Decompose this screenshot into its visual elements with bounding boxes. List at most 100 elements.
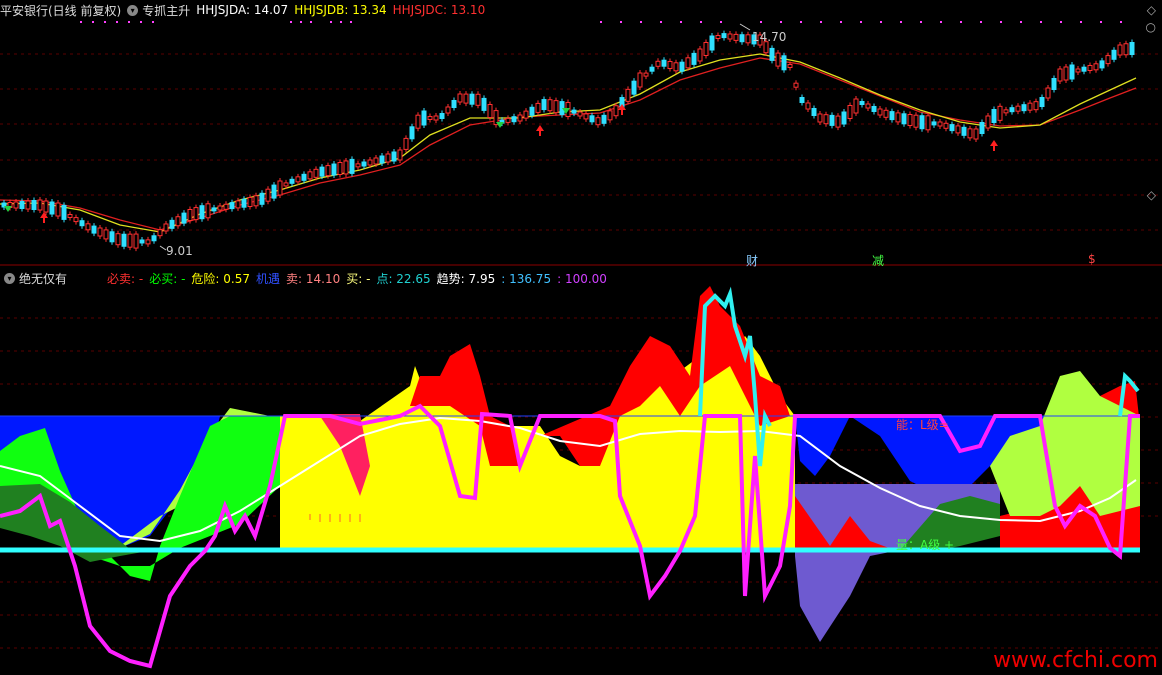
- candle-body: [541, 99, 547, 111]
- candle-body: [163, 223, 169, 232]
- maximize-icon[interactable]: ◇: [1147, 3, 1156, 17]
- signal-dot: [1080, 21, 1082, 23]
- indicator-dropdown-icon[interactable]: ▾: [4, 272, 15, 284]
- candle-body: [517, 114, 523, 122]
- candle-body: [1033, 101, 1039, 111]
- candle-body: [535, 102, 541, 113]
- signal-dot: [660, 21, 662, 23]
- signal-dot: [900, 21, 902, 23]
- signal-dot: [152, 21, 154, 23]
- candle-body: [229, 202, 235, 210]
- ma-yellow-line: [0, 53, 1137, 233]
- candle-body: [817, 113, 823, 123]
- candle-body: [679, 61, 685, 72]
- candle-body: [883, 109, 889, 118]
- candle-body: [91, 225, 97, 234]
- indicator-name[interactable]: 专抓主升: [142, 2, 190, 19]
- candle-body: [115, 233, 121, 246]
- buy-arrows: [40, 104, 998, 223]
- candle-body: [103, 229, 109, 240]
- candle-body: [1027, 102, 1033, 111]
- candle-body: [223, 203, 229, 210]
- candle-body: [217, 205, 223, 211]
- candle-body: [421, 110, 427, 126]
- candle-body: [1123, 43, 1129, 56]
- signal-dot: [780, 21, 782, 23]
- candle-body: [463, 93, 469, 104]
- candle-body: [709, 35, 715, 51]
- candle-body: [487, 104, 493, 118]
- candle-body: [169, 219, 175, 229]
- price-chart-svg[interactable]: [0, 0, 1162, 266]
- candle-body: [55, 202, 61, 217]
- signal-dot: [330, 21, 332, 23]
- candle-body: [97, 227, 103, 237]
- candle-body: [211, 207, 217, 212]
- dropdown-icon[interactable]: ▾: [127, 4, 139, 16]
- signal-dot: [980, 21, 982, 23]
- signal-dot: [128, 21, 130, 23]
- candle-body: [913, 114, 919, 128]
- candle-body: [841, 111, 847, 125]
- signal-dot: [640, 21, 642, 23]
- candle-body: [877, 108, 883, 116]
- candle-body: [985, 115, 991, 129]
- candle-body: [613, 105, 619, 117]
- candle-body: [181, 212, 187, 224]
- candle-body: [1063, 66, 1069, 81]
- candle-body: [289, 178, 295, 184]
- candlesticks: [1, 30, 1135, 252]
- candle-body: [655, 60, 661, 67]
- signal-dot: [840, 21, 842, 23]
- candle-body: [589, 115, 595, 123]
- candle-body: [349, 158, 355, 174]
- candle-body: [1039, 97, 1045, 107]
- candle-body: [901, 113, 907, 125]
- signal-dot: [720, 21, 722, 23]
- candle-body: [433, 115, 439, 121]
- signal-dot: [680, 21, 682, 23]
- candle-body: [469, 93, 475, 105]
- candle-body: [787, 64, 793, 68]
- main-price-panel[interactable]: 14.70 9.01 财 减 $: [0, 0, 1162, 268]
- panel-resize-icon[interactable]: ◇: [1147, 188, 1156, 202]
- candle-body: [439, 113, 445, 119]
- candle-body: [1081, 66, 1087, 72]
- close-icon[interactable]: ○: [1146, 20, 1156, 34]
- candle-body: [391, 151, 397, 162]
- candle-body: [721, 33, 727, 39]
- candle-body: [937, 121, 943, 127]
- signal-dot: [800, 21, 802, 23]
- indicator-chart-svg[interactable]: [0, 266, 1162, 675]
- candle-body: [667, 61, 673, 69]
- candle-body: [949, 124, 955, 132]
- candle-body: [1129, 42, 1135, 55]
- signal-dot: [116, 21, 118, 23]
- candle-body: [625, 88, 631, 102]
- candle-body: [1057, 68, 1063, 82]
- indicator-panel[interactable]: 能：L级= 量：A级 +: [0, 266, 1162, 675]
- candle-body: [865, 103, 871, 109]
- candle-body: [259, 192, 265, 205]
- candle-body: [649, 66, 655, 72]
- candle-body: [397, 149, 403, 161]
- candle-body: [409, 126, 415, 140]
- candle-body: [139, 239, 145, 244]
- candle-body: [235, 200, 241, 209]
- candle-body: [445, 106, 451, 114]
- candle-body: [67, 214, 73, 218]
- candle-body: [49, 201, 55, 215]
- indicator-title[interactable]: 绝无仅有: [19, 270, 67, 287]
- indicator-value-9: : 100.00: [557, 271, 607, 286]
- stock-title[interactable]: 平安银行(日线 前复权): [0, 2, 121, 19]
- candle-body: [403, 137, 409, 150]
- candle-body: [871, 106, 877, 112]
- candle-body: [481, 97, 487, 111]
- candle-body: [547, 99, 553, 112]
- signal-dot: [920, 21, 922, 23]
- candle-body: [823, 114, 829, 125]
- indicator-value-2: 危险: 0.57: [191, 271, 250, 286]
- candle-body: [607, 110, 613, 121]
- signal-dot: [1040, 21, 1042, 23]
- dividend-marker[interactable]: $: [1088, 252, 1096, 266]
